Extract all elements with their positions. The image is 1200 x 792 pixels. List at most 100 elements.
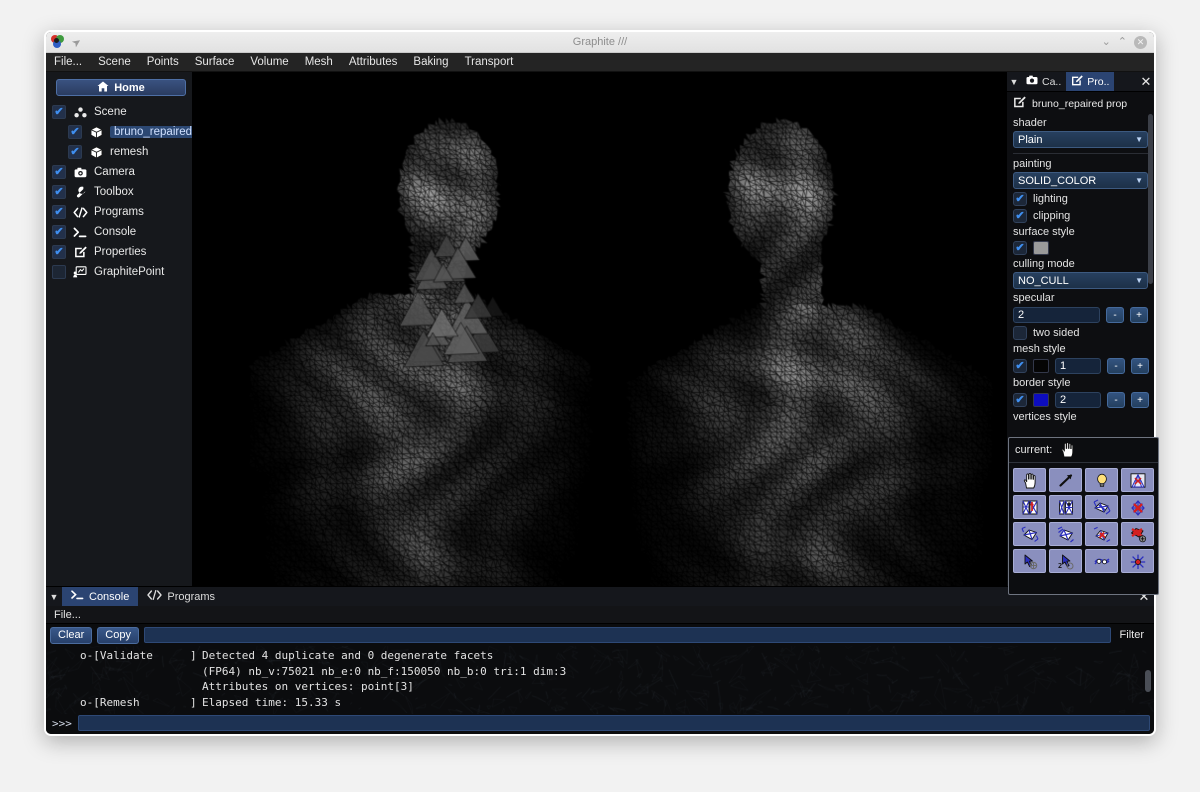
menu-item-volume[interactable]: Volume — [242, 53, 296, 72]
menu-item-surface[interactable]: Surface — [187, 53, 243, 72]
specular-decrement-button[interactable]: - — [1106, 307, 1124, 323]
facet-remove-tool-icon[interactable] — [1121, 522, 1154, 546]
vertex-move2-tool-icon[interactable]: 2 — [1049, 549, 1082, 573]
tool-palette-popup: current: 2 — [1008, 437, 1159, 595]
visibility-checkbox[interactable] — [52, 225, 66, 239]
two-sided-row[interactable]: two sided — [1013, 326, 1148, 340]
maximize-button[interactable]: ⌃ — [1118, 36, 1127, 48]
pin-icon[interactable]: ➤ — [69, 34, 84, 50]
arrow-pick-tool-icon[interactable] — [1049, 468, 1082, 492]
clear-button[interactable]: Clear — [50, 626, 93, 644]
light-bulb-tool-icon[interactable] — [1085, 468, 1118, 492]
copy-button[interactable]: Copy — [97, 626, 139, 644]
menu-item-scene[interactable]: Scene — [90, 53, 139, 72]
sidebar-item-camera[interactable]: Camera — [50, 162, 188, 182]
tab-programs[interactable]: Programs — [138, 587, 224, 606]
vertex-highlight-tool-icon[interactable] — [1121, 549, 1154, 573]
sidebar-item-bruno-repaired[interactable]: bruno_repaired — [50, 122, 197, 142]
visibility-checkbox[interactable] — [52, 105, 66, 119]
mesh-style-decrement-button[interactable]: - — [1107, 358, 1125, 374]
sidebar-item-console[interactable]: Console — [50, 222, 188, 242]
sidebar-item-scene[interactable]: Scene — [50, 102, 188, 122]
clipping-row[interactable]: clipping — [1013, 209, 1148, 223]
tab-properties[interactable]: Pro.. — [1066, 72, 1115, 91]
console-log-tag — [80, 664, 190, 680]
surface-style-row[interactable] — [1013, 241, 1148, 255]
mesh-style-color-swatch[interactable] — [1033, 359, 1049, 373]
painting-select[interactable]: SOLID_COLOR ▼ — [1013, 172, 1148, 189]
console-collapse-caret-icon[interactable]: ▼ — [46, 587, 62, 606]
viewport-canvas[interactable] — [192, 72, 1006, 586]
facet-paint-tool-icon[interactable] — [1085, 522, 1118, 546]
border-style-width-input[interactable]: 2 — [1055, 392, 1101, 408]
properties-tab-bar: ▼ Ca.. Pro.. ✕ — [1007, 72, 1154, 92]
vertex-delete-tool-icon[interactable] — [1121, 495, 1154, 519]
visibility-checkbox[interactable] — [52, 185, 66, 199]
border-style-checkbox[interactable] — [1013, 393, 1027, 407]
facet-select-tool-icon[interactable] — [1013, 522, 1046, 546]
console-file-menu[interactable]: File... — [46, 606, 1154, 624]
edge-flip-tool-icon[interactable] — [1085, 495, 1118, 519]
mesh-style-width-input[interactable]: 1 — [1055, 358, 1101, 374]
tab-programs-label: Programs — [167, 590, 216, 603]
visibility-checkbox[interactable] — [52, 265, 66, 279]
sidebar-item-label: Toolbox — [94, 186, 134, 198]
mesh-select-tool-icon[interactable] — [1121, 468, 1154, 492]
mesh-style-increment-button[interactable]: + — [1131, 358, 1149, 374]
menu-item-baking[interactable]: Baking — [405, 53, 456, 72]
properties-scrollbar[interactable] — [1148, 114, 1153, 284]
menu-item-mesh[interactable]: Mesh — [297, 53, 341, 72]
visibility-checkbox[interactable] — [52, 205, 66, 219]
menu-item-attributes[interactable]: Attributes — [341, 53, 406, 72]
two-sided-checkbox[interactable] — [1013, 326, 1027, 340]
edit-square-icon — [1071, 74, 1084, 89]
paint-faces-tool-icon[interactable] — [1013, 495, 1046, 519]
filter-input[interactable] — [143, 627, 1111, 643]
surface-style-checkbox[interactable] — [1013, 241, 1027, 255]
console-log-scrollbar[interactable] — [1145, 670, 1151, 692]
culling-mode-select[interactable]: NO_CULL ▼ — [1013, 272, 1148, 289]
vertex-move-tool-icon[interactable] — [1013, 549, 1046, 573]
facet-split-tool-icon[interactable] — [1049, 522, 1082, 546]
border-style-color-swatch[interactable] — [1033, 393, 1049, 407]
surface-style-color-swatch[interactable] — [1033, 241, 1049, 255]
shader-select[interactable]: Plain ▼ — [1013, 131, 1148, 148]
3d-viewport[interactable] — [192, 72, 1006, 586]
specular-input[interactable]: 2 — [1013, 307, 1100, 323]
sidebar-item-properties[interactable]: Properties — [50, 242, 188, 262]
menu-item-file[interactable]: File... — [46, 53, 90, 72]
visibility-checkbox[interactable] — [68, 125, 82, 139]
sidebar-item-programs[interactable]: Programs — [50, 202, 188, 222]
mesh-style-checkbox[interactable] — [1013, 359, 1027, 373]
sidebar-item-graphitepoint[interactable]: GraphitePoint — [50, 262, 188, 282]
hand-tool-icon[interactable] — [1013, 468, 1046, 492]
lighting-row[interactable]: lighting — [1013, 192, 1148, 206]
close-button[interactable]: ✕ — [1134, 35, 1147, 49]
border-style-increment-button[interactable]: + — [1131, 392, 1149, 408]
visibility-checkbox[interactable] — [68, 145, 82, 159]
menu-item-points[interactable]: Points — [139, 53, 187, 72]
console-log[interactable]: o-[Validate] Detected 4 duplicate and 0 d… — [46, 646, 1154, 714]
clipping-checkbox[interactable] — [1013, 209, 1027, 223]
minimize-button[interactable]: ⌄ — [1102, 36, 1111, 48]
panel-collapse-caret-icon[interactable]: ▼ — [1007, 72, 1021, 91]
border-style-decrement-button[interactable]: - — [1107, 392, 1125, 408]
visibility-checkbox[interactable] — [52, 165, 66, 179]
tab-camera[interactable]: Ca.. — [1021, 72, 1066, 91]
code-icon — [72, 206, 88, 218]
console-prompt-input[interactable] — [77, 715, 1150, 731]
divider — [1013, 153, 1148, 154]
home-button[interactable]: Home — [56, 79, 186, 96]
sidebar-item-toolbox[interactable]: Toolbox — [50, 182, 188, 202]
home-label: Home — [114, 81, 145, 94]
properties-panel-close-button[interactable]: ✕ — [1138, 72, 1154, 91]
tab-console[interactable]: Console — [62, 587, 139, 606]
visibility-checkbox[interactable] — [52, 245, 66, 259]
menu-item-transport[interactable]: Transport — [457, 53, 522, 72]
paint-edges-tool-icon[interactable] — [1049, 495, 1082, 519]
tab-properties-label: Pro.. — [1087, 75, 1110, 88]
specular-increment-button[interactable]: + — [1130, 307, 1148, 323]
sidebar-item-remesh[interactable]: remesh — [50, 142, 188, 162]
lighting-checkbox[interactable] — [1013, 192, 1027, 206]
edge-collapse-tool-icon[interactable] — [1085, 549, 1118, 573]
